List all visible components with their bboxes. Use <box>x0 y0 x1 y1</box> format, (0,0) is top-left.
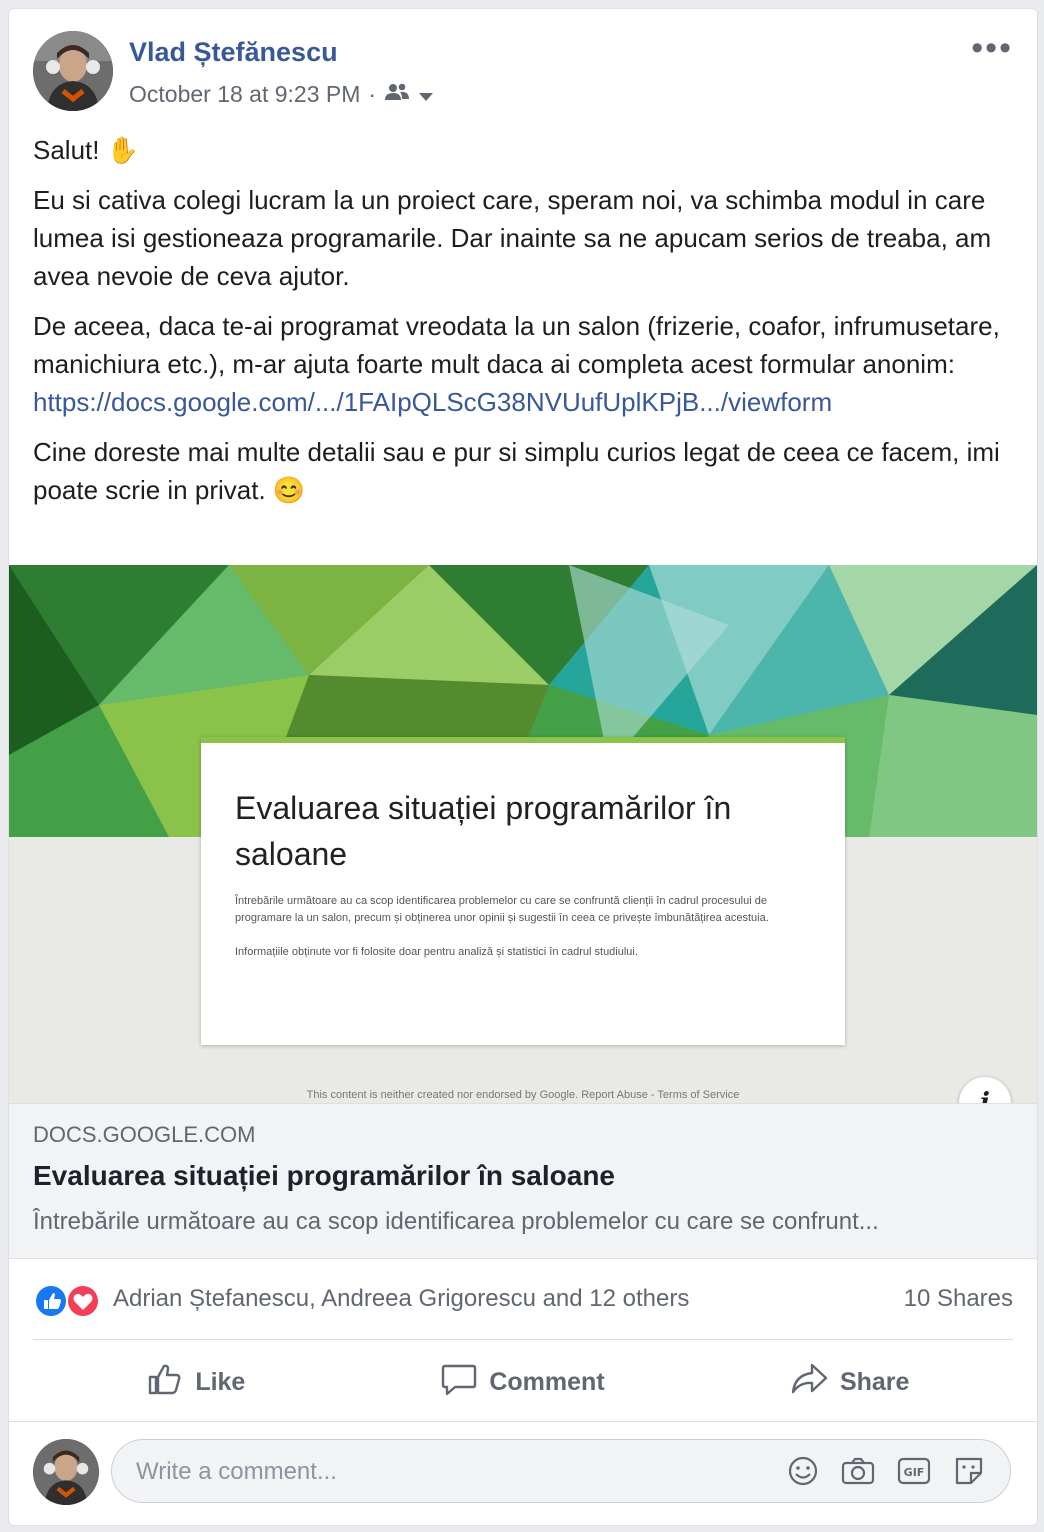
form-title: Evaluarea situației programărilor în sal… <box>235 790 732 872</box>
post-meta: October 18 at 9:23 PM · <box>129 81 434 108</box>
comment-placeholder: Write a comment... <box>136 1458 337 1485</box>
author-avatar[interactable] <box>33 31 113 111</box>
comment-bubble-icon <box>441 1362 477 1403</box>
link-domain: DOCS.GOOGLE.COM <box>33 1122 256 1147</box>
shares-count[interactable]: 10 Shares <box>904 1285 1013 1313</box>
divider <box>33 1339 1013 1340</box>
like-label: Like <box>195 1367 246 1396</box>
share-button[interactable]: Share <box>686 1349 1013 1415</box>
emoji-icon[interactable] <box>786 1454 820 1493</box>
comment-tools: GIF <box>786 1454 986 1493</box>
audience-chevron-down-icon[interactable] <box>418 81 434 108</box>
google-disclaimer: This content is neither created nor endo… <box>306 1089 740 1101</box>
post-card: Vlad Ștefănescu October 18 at 9:23 PM · … <box>8 8 1038 1526</box>
thumbs-up-icon <box>147 1362 183 1403</box>
camera-icon[interactable] <box>840 1454 876 1493</box>
gif-icon[interactable]: GIF <box>896 1454 932 1493</box>
share-label: Share <box>839 1367 910 1396</box>
form-description: Întrebările următoare au ca scop identif… <box>235 893 825 961</box>
comment-button[interactable]: Comment <box>360 1349 687 1415</box>
reaction-icons[interactable] <box>33 1283 109 1319</box>
reaction-names[interactable]: Adrian Ștefanescu, Andreea Grigorescu an… <box>113 1285 689 1313</box>
friends-icon[interactable] <box>384 81 410 108</box>
post-paragraph: Salut! ✋ <box>33 135 140 165</box>
link-title: Evaluarea situației programărilor în sal… <box>33 1160 615 1191</box>
form-link[interactable]: https://docs.google.com/.../1FAIpQLScG38… <box>33 387 832 417</box>
comment-composer: Write a comment... GIF <box>33 1439 1013 1509</box>
post-body: Salut! ✋ Eu si cativa colegi lucram la u… <box>33 131 1023 521</box>
post-paragraph: De aceea, daca te-ai programat vreodata … <box>33 307 1023 421</box>
post-paragraph: Eu si cativa colegi lucram la un proiect… <box>33 185 992 291</box>
form-preview-card: Evaluarea situației programărilor în sal… <box>201 737 845 1045</box>
form-description-line: Informațiile obținute vor fi folosite do… <box>235 946 638 958</box>
divider <box>9 1421 1037 1422</box>
link-description: Întrebările următoare au ca scop identif… <box>33 1208 879 1235</box>
action-bar: Like Comment Share <box>33 1349 1013 1415</box>
post-timestamp[interactable]: October 18 at 9:23 PM <box>129 81 360 108</box>
author-name[interactable]: Vlad Ștefănescu <box>129 37 338 68</box>
meta-separator: · <box>368 81 377 107</box>
svg-text:GIF: GIF <box>904 1466 925 1479</box>
user-avatar[interactable] <box>33 1439 99 1505</box>
sticker-icon[interactable] <box>952 1454 986 1493</box>
more-options-button[interactable]: ••• <box>971 31 1013 65</box>
share-arrow-icon <box>790 1362 828 1403</box>
comment-input[interactable]: Write a comment... GIF <box>111 1439 1011 1503</box>
form-description-line: Întrebările următoare au ca scop identif… <box>235 895 769 924</box>
post-paragraph: Cine doreste mai multe detalii sau e pur… <box>33 437 1000 505</box>
reactions-bar: Adrian Ștefanescu, Andreea Grigorescu an… <box>33 1279 1013 1323</box>
post-header: Vlad Ștefănescu October 18 at 9:23 PM · … <box>33 31 1013 121</box>
link-preview-image[interactable]: Evaluarea situației programărilor în sal… <box>9 565 1037 1103</box>
link-info-box[interactable]: DOCS.GOOGLE.COM Evaluarea situației prog… <box>9 1103 1037 1259</box>
comment-label: Comment <box>489 1367 605 1396</box>
like-button[interactable]: Like <box>33 1349 360 1415</box>
post-paragraph-text: De aceea, daca te-ai programat vreodata … <box>33 311 1000 379</box>
